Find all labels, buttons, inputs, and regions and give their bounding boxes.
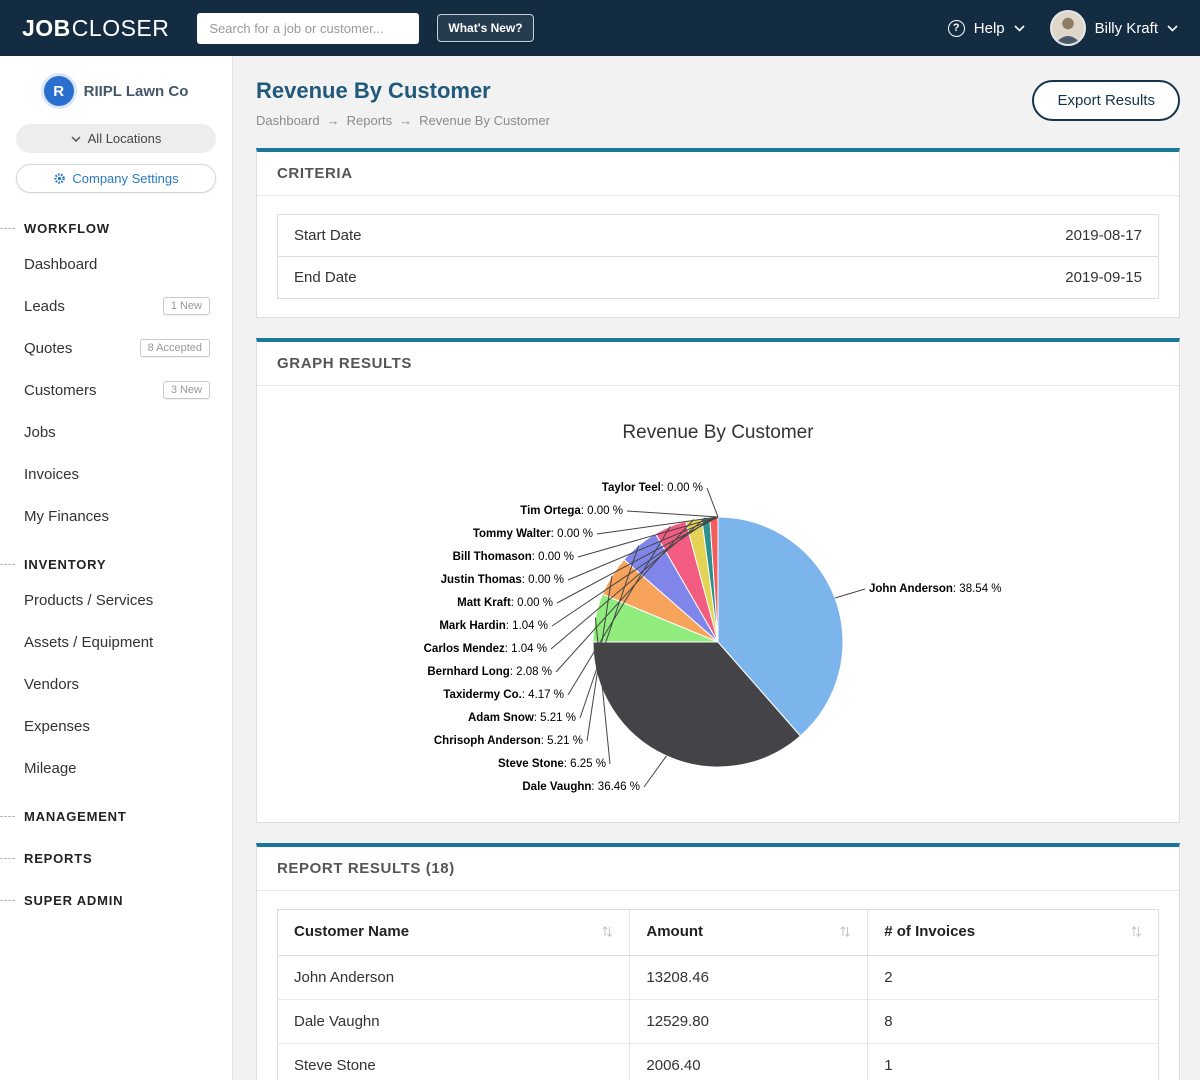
table-row[interactable]: John Anderson 13208.46 2: [278, 956, 1159, 1000]
report-results-card: REPORT RESULTS (18) Customer Name Amount: [256, 843, 1180, 1080]
criteria-value: 2019-09-15: [1065, 269, 1142, 286]
quotes-badge: 8 Accepted: [140, 339, 210, 357]
breadcrumb: Dashboard → Reports → Revenue By Custome…: [256, 113, 550, 128]
column-header-amount[interactable]: Amount: [630, 910, 868, 956]
chevron-down-icon[interactable]: [1014, 25, 1025, 32]
export-results-button[interactable]: Export Results: [1032, 80, 1180, 121]
sidebar-item-expenses[interactable]: Expenses: [0, 705, 232, 747]
svg-text:Mark Hardin: 1.04 %: Mark Hardin: 1.04 %: [439, 620, 548, 632]
breadcrumb-dashboard[interactable]: Dashboard: [256, 113, 320, 128]
breadcrumb-reports[interactable]: Reports: [347, 113, 393, 128]
gear-icon: [53, 172, 66, 185]
help-icon: ?: [948, 20, 965, 37]
svg-text:Chrisoph Anderson: 5.21 %: Chrisoph Anderson: 5.21 %: [434, 735, 583, 747]
logo-text-bold: JOB: [22, 15, 71, 42]
criteria-label: Start Date: [294, 227, 362, 244]
sidebar-item-products-services[interactable]: Products / Services: [0, 579, 232, 621]
sidebar: R RIIPL Lawn Co All Locations Company Se…: [0, 56, 233, 1080]
svg-text:Bernhard Long: 2.08 %: Bernhard Long: 2.08 %: [427, 666, 552, 678]
svg-text:Dale Vaughn: 36.46 %: Dale Vaughn: 36.46 %: [522, 781, 640, 793]
customers-badge: 3 New: [163, 381, 210, 399]
sidebar-item-quotes[interactable]: Quotes 8 Accepted: [0, 327, 232, 369]
svg-text:Taylor Teel: 0.00 %: Taylor Teel: 0.00 %: [602, 482, 703, 494]
locations-dropdown[interactable]: All Locations: [16, 124, 216, 153]
main-content: Revenue By Customer Dashboard → Reports …: [233, 56, 1200, 1080]
section-header-inventory: INVENTORY: [0, 549, 232, 579]
section-dash: [0, 858, 15, 859]
column-header-customer-name[interactable]: Customer Name: [278, 910, 630, 956]
person-icon: [1052, 12, 1084, 44]
sidebar-item-assets-equipment[interactable]: Assets / Equipment: [0, 621, 232, 663]
svg-text:Taxidermy Co.: 4.17 %: Taxidermy Co.: 4.17 %: [443, 689, 564, 701]
company-logo: R: [44, 76, 74, 106]
criteria-card: CRITERIA Start Date 2019-08-17 End Date …: [256, 148, 1180, 318]
sidebar-item-vendors[interactable]: Vendors: [0, 663, 232, 705]
criteria-table: Start Date 2019-08-17 End Date 2019-09-1…: [277, 214, 1159, 299]
svg-text:Matt Kraft: 0.00 %: Matt Kraft: 0.00 %: [457, 597, 553, 609]
svg-text:Tommy Walter: 0.00 %: Tommy Walter: 0.00 %: [473, 528, 593, 540]
section-header-workflow: WORKFLOW: [0, 213, 232, 243]
search-input[interactable]: [197, 13, 419, 44]
logo-text-light: CLOSER: [72, 15, 170, 42]
report-results-header: REPORT RESULTS (18): [257, 847, 1179, 891]
topbar-right: ? Help Billy Kraft: [948, 10, 1178, 46]
section-header-super-admin[interactable]: SUPER ADMIN: [0, 885, 232, 915]
section-dash: [0, 564, 15, 565]
criteria-row-end-date: End Date 2019-09-15: [278, 256, 1158, 298]
svg-text:Adam Snow: 5.21 %: Adam Snow: 5.21 %: [468, 712, 576, 724]
sidebar-item-customers[interactable]: Customers 3 New: [0, 369, 232, 411]
graph-results-card: GRAPH RESULTS Revenue By Customer Taylor …: [256, 338, 1180, 823]
page-title: Revenue By Customer: [256, 78, 550, 104]
sidebar-item-jobs[interactable]: Jobs: [0, 411, 232, 453]
section-header-management[interactable]: MANAGEMENT: [0, 801, 232, 831]
svg-text:Tim Ortega: 0.00 %: Tim Ortega: 0.00 %: [520, 505, 623, 517]
section-dash: [0, 900, 15, 901]
topbar: JOB CLOSER What's New? ? Help Billy Kraf…: [0, 0, 1200, 56]
chevron-down-icon: [71, 136, 81, 142]
app-logo[interactable]: JOB CLOSER: [22, 15, 169, 42]
locations-label: All Locations: [88, 131, 162, 146]
leads-badge: 1 New: [163, 297, 210, 315]
help-menu[interactable]: Help: [974, 20, 1005, 37]
sidebar-nav: WORKFLOW Dashboard Leads 1 New Quotes 8 …: [0, 213, 232, 915]
company-name: RIIPL Lawn Co: [84, 83, 189, 100]
avatar[interactable]: [1050, 10, 1086, 46]
section-header-reports[interactable]: REPORTS: [0, 843, 232, 873]
criteria-header: CRITERIA: [257, 152, 1179, 196]
user-menu[interactable]: Billy Kraft: [1095, 20, 1158, 37]
table-row[interactable]: Dale Vaughn 12529.80 8: [278, 1000, 1159, 1044]
sort-icon[interactable]: [1130, 925, 1142, 942]
sidebar-item-leads[interactable]: Leads 1 New: [0, 285, 232, 327]
column-header-invoices[interactable]: # of Invoices: [868, 910, 1159, 956]
criteria-label: End Date: [294, 269, 357, 286]
graph-results-header: GRAPH RESULTS: [257, 342, 1179, 386]
section-dash: [0, 228, 15, 229]
sidebar-item-mileage[interactable]: Mileage: [0, 747, 232, 789]
sidebar-item-invoices[interactable]: Invoices: [0, 453, 232, 495]
svg-text:Bill Thomason: 0.00 %: Bill Thomason: 0.00 %: [453, 551, 574, 563]
report-table: Customer Name Amount # of: [277, 909, 1159, 1080]
whats-new-button[interactable]: What's New?: [437, 14, 533, 42]
sidebar-item-dashboard[interactable]: Dashboard: [0, 243, 232, 285]
chevron-down-icon[interactable]: [1167, 25, 1178, 32]
company-settings-label: Company Settings: [72, 171, 178, 186]
svg-text:Revenue By Customer: Revenue By Customer: [622, 422, 814, 443]
sort-icon[interactable]: [839, 925, 851, 942]
criteria-value: 2019-08-17: [1065, 227, 1142, 244]
breadcrumb-arrow-icon: →: [399, 113, 412, 128]
breadcrumb-current: Revenue By Customer: [419, 113, 550, 128]
company-settings-button[interactable]: Company Settings: [16, 164, 216, 193]
criteria-row-start-date: Start Date 2019-08-17: [278, 215, 1158, 256]
revenue-pie-chart: Revenue By Customer Taylor Teel: 0.00 % Ti…: [277, 404, 1159, 804]
table-row[interactable]: Steve Stone 2006.40 1: [278, 1044, 1159, 1080]
section-dash: [0, 816, 15, 817]
svg-text:Justin Thomas: 0.00 %: Justin Thomas: 0.00 %: [441, 574, 564, 586]
svg-text:Carlos Mendez: 1.04 %: Carlos Mendez: 1.04 %: [424, 643, 547, 655]
svg-text:John Anderson: 38.54 %: John Anderson: 38.54 %: [869, 583, 1002, 595]
sidebar-item-my-finances[interactable]: My Finances: [0, 495, 232, 537]
sort-icon[interactable]: [601, 925, 613, 942]
svg-text:Steve Stone: 6.25 %: Steve Stone: 6.25 %: [498, 758, 606, 770]
breadcrumb-arrow-icon: →: [327, 113, 340, 128]
company-header: R RIIPL Lawn Co: [0, 70, 232, 112]
